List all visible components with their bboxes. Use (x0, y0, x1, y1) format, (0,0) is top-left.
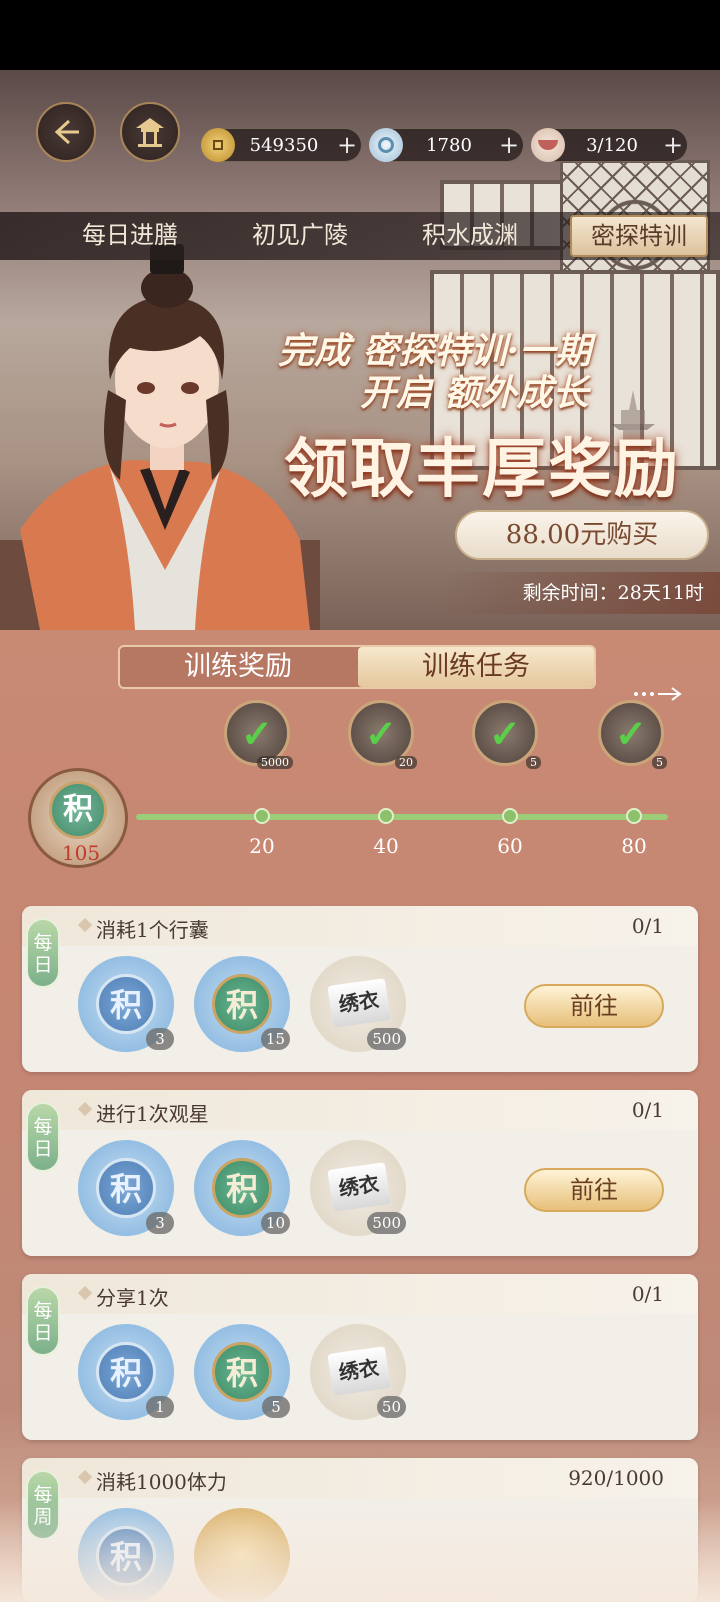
jifen-icon: 积 (212, 974, 272, 1034)
milestone-reward-60[interactable]: ✓ 5 (472, 700, 541, 769)
promo-line-2: 开启 额外成长 (360, 372, 589, 414)
milestone-count: 5000 (257, 756, 293, 769)
tab-training-rewards[interactable]: 训练奖励 (120, 647, 356, 687)
promo-headline: 领取丰厚奖励 (284, 432, 680, 507)
milestone-dot (254, 808, 270, 824)
reward-quantity: 500 (367, 1028, 406, 1050)
back-arrow-icon (54, 119, 79, 145)
daily-badge: 每日 (26, 1102, 60, 1172)
coin-add-button[interactable]: + (333, 131, 361, 159)
character-portrait (0, 244, 320, 630)
remaining-time: 剩余时间：28天11时 (440, 572, 720, 614)
task-progress: 920/1000 (568, 1466, 664, 1490)
task-progress: 0/1 (631, 914, 664, 938)
points-badge: 积 105 (28, 768, 128, 868)
jifen-icon: 积 (96, 1342, 156, 1402)
check-icon: ✓ (365, 711, 397, 756)
task-title: 消耗1000体力 (96, 1470, 227, 1494)
bottom-fade (0, 1500, 720, 1602)
milestone-reward-80[interactable]: ✓ 5 (598, 700, 667, 769)
reward-item-scroll[interactable]: 绣衣 500 (310, 1140, 406, 1236)
milestone-reward-20[interactable]: ✓ 5000 (224, 700, 293, 769)
buy-button[interactable]: 88.00元购买 (455, 510, 709, 560)
task-progress: 0/1 (631, 1098, 664, 1122)
coin-value: 549350 (249, 134, 319, 156)
pavilion-icon (136, 118, 164, 147)
stamina-add-button[interactable]: + (659, 131, 687, 159)
go-button[interactable]: 前往 (524, 1168, 664, 1212)
task-title: 进行1次观星 (96, 1102, 209, 1126)
check-icon: ✓ (615, 711, 647, 756)
milestone-label: 80 (621, 834, 647, 858)
reward-item-scroll[interactable]: 绣衣 500 (310, 956, 406, 1052)
reward-quantity: 5 (262, 1396, 290, 1418)
milestone-dot (626, 808, 642, 824)
check-icon: ✓ (489, 711, 521, 756)
status-bar (0, 0, 720, 70)
coin-resource: 549350 + (201, 128, 362, 162)
task-title: 消耗1个行囊 (96, 918, 209, 942)
reward-quantity: 3 (146, 1028, 174, 1050)
task-card: 分享1次 0/1 积 1 积 5 绣衣 50 (22, 1274, 698, 1440)
reward-item-green-jifen[interactable]: 积 10 (194, 1140, 290, 1236)
arrow-icon (634, 687, 682, 701)
check-icon: ✓ (241, 711, 273, 756)
jifen-icon: 积 (212, 1158, 272, 1218)
reward-quantity: 15 (260, 1028, 290, 1050)
stamina-resource: 3/120 + (531, 128, 688, 162)
milestone-dot (378, 808, 394, 824)
jifen-icon: 积 (96, 974, 156, 1034)
stamina-value: 3/120 (586, 134, 638, 156)
tab-first-meet[interactable]: 初见广陵 (232, 212, 368, 260)
task-title: 分享1次 (96, 1286, 169, 1310)
jifen-icon: 积 (212, 1342, 272, 1402)
reward-quantity: 500 (367, 1212, 406, 1234)
tab-accumulate[interactable]: 积水成渊 (402, 212, 538, 260)
reward-quantity: 50 (376, 1396, 406, 1418)
reward-item-blue-jifen[interactable]: 积 3 (78, 1140, 174, 1236)
scroll-icon: 绣衣 (327, 978, 391, 1028)
milestone-label: 20 (249, 834, 275, 858)
tab-daily-meal[interactable]: 每日进膳 (62, 212, 198, 260)
milestone-reward-40[interactable]: ✓ 20 (348, 700, 417, 769)
reward-item-green-jifen[interactable]: 积 5 (194, 1324, 290, 1420)
task-progress: 0/1 (631, 1282, 664, 1306)
progress-track (136, 814, 668, 820)
food-bowl-icon (531, 128, 565, 162)
jade-add-button[interactable]: + (495, 131, 523, 159)
task-card: 消耗1个行囊 0/1 积 3 积 15 绣衣 500 前往 (22, 906, 698, 1072)
reward-quantity: 1 (146, 1396, 174, 1418)
jade-resource: 1780 + (369, 128, 524, 162)
jade-icon (369, 128, 403, 162)
milestone-label: 40 (373, 834, 399, 858)
milestone-label: 60 (497, 834, 523, 858)
reward-quantity: 3 (146, 1212, 174, 1234)
reward-item-scroll[interactable]: 绣衣 50 (310, 1324, 406, 1420)
reward-quantity: 10 (260, 1212, 290, 1234)
reward-item-blue-jifen[interactable]: 积 1 (78, 1324, 174, 1420)
daily-badge: 每日 (26, 1286, 60, 1356)
tab-training-tasks[interactable]: 训练任务 (358, 647, 594, 687)
scroll-icon: 绣衣 (327, 1346, 391, 1396)
jifen-icon: 积 (49, 781, 107, 839)
home-button[interactable] (120, 102, 180, 162)
coin-icon (201, 128, 235, 162)
go-button[interactable]: 前往 (524, 984, 664, 1028)
tab-secret-training[interactable]: 密探特训 (570, 215, 708, 257)
points-value: 105 (61, 841, 101, 865)
daily-badge: 每日 (26, 918, 60, 988)
milestone-count: 20 (395, 756, 417, 769)
jifen-icon: 积 (96, 1158, 156, 1218)
milestone-dot (502, 808, 518, 824)
milestone-count: 5 (652, 756, 667, 769)
jade-value: 1780 (426, 134, 472, 156)
reward-item-green-jifen[interactable]: 积 15 (194, 956, 290, 1052)
milestone-count: 5 (526, 756, 541, 769)
scroll-icon: 绣衣 (327, 1162, 391, 1212)
back-button[interactable] (36, 102, 96, 162)
task-card: 进行1次观星 0/1 积 3 积 10 绣衣 500 前往 (22, 1090, 698, 1256)
event-tabs: 每日进膳 初见广陵 积水成渊 密探特训 (0, 212, 720, 260)
reward-item-blue-jifen[interactable]: 积 3 (78, 956, 174, 1052)
sub-tabs: 训练奖励 训练任务 (118, 645, 596, 689)
